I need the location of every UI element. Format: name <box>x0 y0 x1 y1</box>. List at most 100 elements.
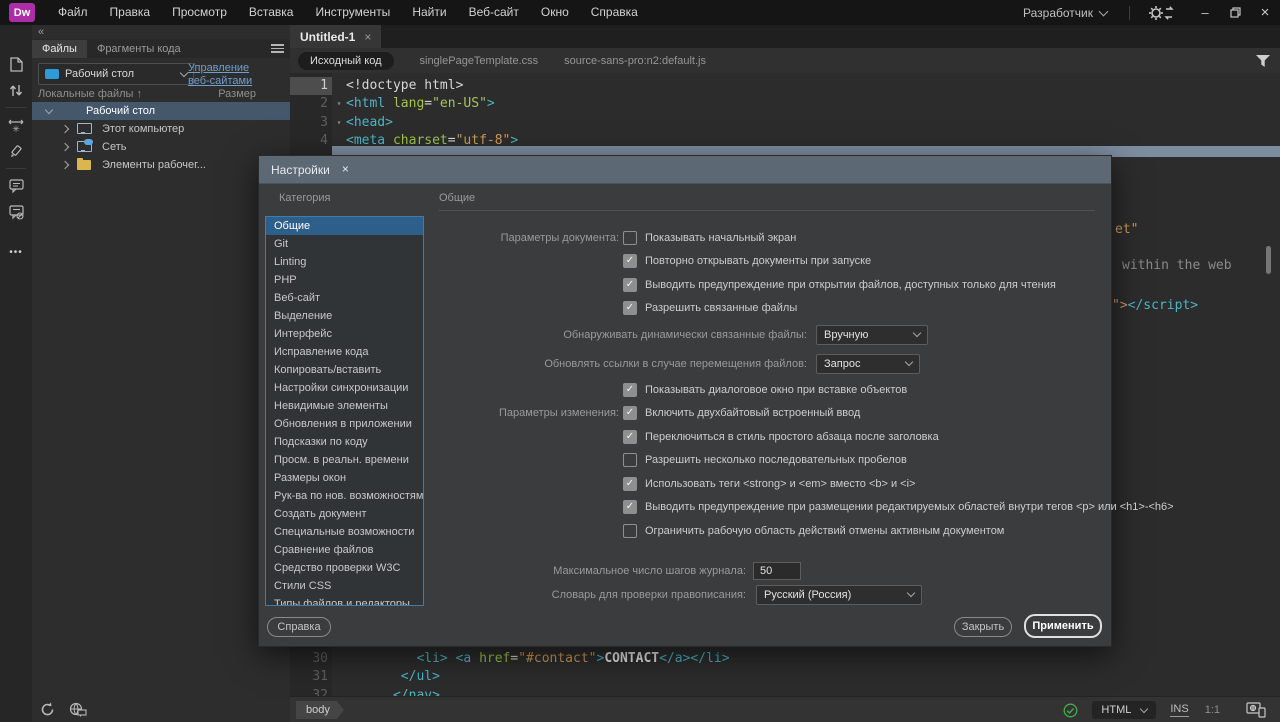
menu-item[interactable]: Файл <box>47 0 99 25</box>
dialog-title: Настройки <box>271 163 330 177</box>
checkbox[interactable]: ✓ <box>623 383 637 397</box>
journal-steps-input[interactable]: 50 <box>753 562 801 580</box>
check-icon: ✓ <box>626 479 634 489</box>
panel-tab[interactable]: Файлы <box>32 40 87 58</box>
code-line[interactable]: 2▾<html lang="en-US"> <box>290 95 518 113</box>
code-token: > <box>487 95 495 113</box>
menu-item[interactable]: Найти <box>401 0 457 25</box>
panel-menu-icon[interactable] <box>271 42 284 55</box>
chevron-down-icon <box>907 589 915 597</box>
fold-spacer <box>332 77 346 95</box>
site-select[interactable]: Рабочий стол <box>38 63 194 85</box>
chevron-down-icon[interactable] <box>45 105 53 113</box>
checkbox[interactable]: ✓ <box>623 500 637 514</box>
open-documents-icon[interactable] <box>0 51 32 77</box>
help-button[interactable]: Справка <box>267 617 331 637</box>
checkbox[interactable] <box>623 524 637 538</box>
menu-item[interactable]: Справка <box>580 0 649 25</box>
menu-item[interactable]: Инструменты <box>304 0 401 25</box>
workspace-sync-icon[interactable] <box>1148 5 1174 21</box>
document-tab[interactable]: Untitled-1 × <box>290 25 381 48</box>
pref-row: ✓Переключиться в стиль простого абзаца п… <box>259 425 1111 449</box>
code-line[interactable]: 31 </ul> <box>290 668 730 686</box>
line-number: 4 <box>290 132 332 150</box>
menu-item[interactable]: Просмотр <box>161 0 238 25</box>
collapse-panel-icon[interactable]: « <box>38 26 44 38</box>
chevron-right-icon[interactable] <box>61 125 69 133</box>
column-size[interactable]: Размер <box>218 88 256 100</box>
checkbox[interactable]: ✓ <box>623 254 637 268</box>
panel-tab[interactable]: Фрагменты кода <box>87 40 191 58</box>
format-source-icon[interactable] <box>0 138 32 164</box>
dropdown[interactable]: Вручную <box>816 325 928 345</box>
divider <box>1129 6 1130 20</box>
checkbox[interactable] <box>623 231 637 245</box>
code-line[interactable]: 3▾<head> <box>290 114 518 132</box>
related-file[interactable]: Исходный код <box>298 52 394 70</box>
restore-button[interactable] <box>1220 0 1250 25</box>
close-dialog-button[interactable]: Закрыть <box>954 617 1012 637</box>
dialog-titlebar[interactable]: Настройки × <box>259 156 1111 184</box>
checkbox[interactable]: ✓ <box>623 278 637 292</box>
chevron-right-icon[interactable] <box>61 161 69 169</box>
tree-item[interactable]: Элементы рабочег... <box>32 156 290 174</box>
menu-item[interactable]: Окно <box>530 0 580 25</box>
menu-items: ФайлПравкаПросмотрВставкаИнструментыНайт… <box>47 0 649 25</box>
column-local-files[interactable]: Локальные файлы ↑ <box>38 88 142 100</box>
tree-item[interactable]: Сеть <box>32 138 290 156</box>
code-line[interactable]: 32 </nav> <box>290 687 730 696</box>
chevron-right-icon[interactable] <box>61 143 69 151</box>
code-block-top: 1 <!doctype html>2▾<html lang="en-US">3▾… <box>290 77 518 151</box>
tree-item[interactable]: Этот компьютер <box>32 120 290 138</box>
checkbox[interactable]: ✓ <box>623 406 637 420</box>
minimize-button[interactable]: – <box>1190 0 1220 25</box>
checkbox[interactable]: ✓ <box>623 430 637 444</box>
file-management-icon[interactable] <box>0 77 32 103</box>
checkbox[interactable]: ✓ <box>623 477 637 491</box>
apply-button[interactable]: Применить <box>1024 614 1102 638</box>
check-icon: ✓ <box>626 432 634 442</box>
workspace-switcher[interactable]: Разработчик <box>1023 6 1107 20</box>
toolbar-more-icon[interactable]: ••• <box>0 247 32 258</box>
remove-comment-icon[interactable] <box>0 199 32 225</box>
pref-row: ✓Использовать теги <strong> и <em> вмест… <box>259 472 1111 496</box>
tag-selector-body[interactable]: body <box>296 701 344 719</box>
group-label: Параметры изменения: <box>379 407 619 419</box>
tree-item-label: Элементы рабочег... <box>102 159 206 171</box>
menu-item[interactable]: Веб-сайт <box>458 0 530 25</box>
filter-icon[interactable] <box>1256 55 1270 67</box>
word-wrap-icon[interactable]: ✳ <box>0 112 32 138</box>
code-line[interactable]: 1 <!doctype html> <box>290 77 518 95</box>
editor-scrollbar[interactable] <box>1266 246 1271 274</box>
chevron-down-icon <box>1140 704 1148 712</box>
code-line[interactable]: 30 <li> <a href="#contact">CONTACT</a></… <box>290 650 730 668</box>
line-number: 32 <box>290 687 332 696</box>
apply-comment-icon[interactable] <box>0 173 32 199</box>
doc-type-dropdown[interactable]: HTML <box>1092 701 1156 719</box>
fold-icon[interactable]: ▾ <box>332 114 346 132</box>
real-time-preview-icon[interactable] <box>1246 702 1266 718</box>
related-file[interactable]: singlePageTemplate.css <box>420 55 539 67</box>
related-file[interactable]: source-sans-pro:n2:default.js <box>564 55 706 67</box>
file-activity-icon[interactable] <box>69 702 87 717</box>
spelling-dictionary-dropdown[interactable]: Русский (Россия) <box>756 585 922 605</box>
close-tab-icon[interactable]: × <box>364 30 371 44</box>
refresh-icon[interactable] <box>40 702 55 717</box>
manage-sites-link[interactable]: Управление веб-сайтами <box>188 62 252 88</box>
fold-icon[interactable]: ▾ <box>332 95 346 113</box>
menu-item[interactable]: Вставка <box>238 0 305 25</box>
checkbox[interactable] <box>623 453 637 467</box>
tree-item[interactable]: Рабочий стол <box>32 102 290 120</box>
code-token: = <box>510 650 518 668</box>
no-errors-icon[interactable] <box>1063 703 1078 718</box>
dreamweaver-logo[interactable]: Dw <box>9 3 35 22</box>
files-tree: Рабочий столЭтот компьютерСеть Элементы р… <box>32 102 290 174</box>
insert-mode-indicator[interactable]: INS <box>1170 703 1188 717</box>
close-button[interactable]: × <box>1250 0 1280 25</box>
code-token: href <box>479 650 510 668</box>
dialog-close-icon[interactable]: × <box>342 162 349 177</box>
checkbox[interactable]: ✓ <box>623 301 637 315</box>
dropdown[interactable]: Запрос <box>816 354 920 374</box>
line-number: 30 <box>290 650 332 668</box>
menu-item[interactable]: Правка <box>99 0 162 25</box>
